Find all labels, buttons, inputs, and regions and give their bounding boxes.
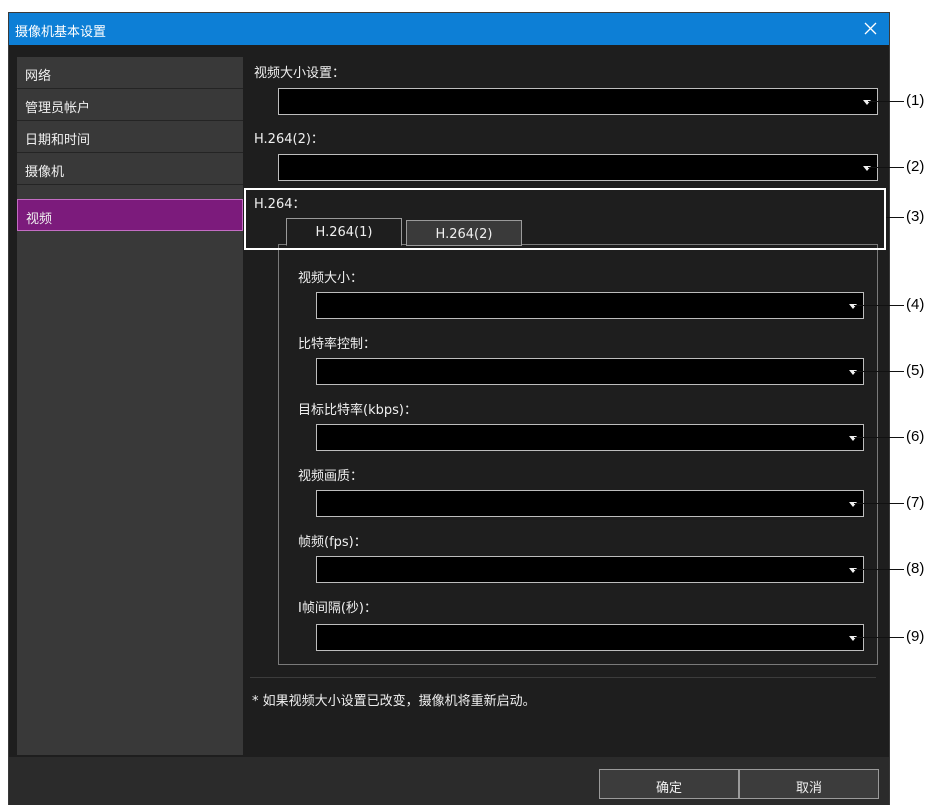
- bitrate-control-label: 比特率控制：: [298, 337, 377, 352]
- settings-sidebar: 网络 管理员帐户 日期和时间 摄像机 视频: [17, 57, 243, 755]
- frame-rate-label: 帧频(fps)：: [298, 535, 367, 550]
- callout-6: (6): [906, 428, 925, 445]
- ok-button[interactable]: 确定: [599, 769, 739, 799]
- sidebar-item-network[interactable]: 网络: [17, 57, 243, 89]
- i-frame-interval-select[interactable]: [316, 624, 864, 651]
- callout-line-1: [868, 101, 904, 102]
- callout-line-7: [854, 503, 904, 504]
- tab-h264-1[interactable]: H.264(1): [286, 218, 402, 246]
- callout-line-5: [854, 371, 904, 372]
- callout-8: (8): [906, 560, 925, 577]
- callout-5: (5): [906, 362, 925, 379]
- frame-rate-select[interactable]: [316, 556, 864, 583]
- restart-note: * 如果视频大小设置已改变，摄像机将重新启动。: [252, 694, 536, 709]
- sidebar-item-label: 摄像机: [25, 165, 65, 180]
- h264-2-setting-label: H.264(2)：: [254, 132, 324, 147]
- callout-line-2: [868, 167, 904, 168]
- callout-line-6: [854, 437, 904, 438]
- sidebar-item-label: 网络: [25, 69, 52, 84]
- window-title: 摄像机基本设置: [15, 25, 107, 40]
- callout-line-9: [854, 637, 904, 638]
- tab-h264-2[interactable]: H.264(2): [406, 220, 522, 246]
- tab-label: H.264(2): [435, 227, 493, 242]
- video-quality-select[interactable]: [316, 490, 864, 517]
- h264-section-label: H.264：: [254, 197, 306, 212]
- callout-3: (3): [906, 208, 925, 225]
- callout-1: (1): [906, 92, 925, 109]
- close-button[interactable]: [857, 16, 883, 42]
- sidebar-item-camera[interactable]: 摄像机: [17, 153, 243, 185]
- sidebar-item-admin-account[interactable]: 管理员帐户: [17, 89, 243, 121]
- callout-line-3: [886, 217, 904, 218]
- cancel-button[interactable]: 取消: [739, 769, 879, 799]
- video-size-setting-select[interactable]: [278, 88, 878, 115]
- sidebar-item-label: 管理员帐户: [25, 101, 91, 116]
- callout-7: (7): [906, 494, 925, 511]
- target-bitrate-label: 目标比特率(kbps)：: [298, 403, 417, 418]
- video-size-label: 视频大小：: [298, 271, 364, 286]
- sidebar-item-label: 视频: [26, 212, 53, 227]
- tab-label: H.264(1): [315, 225, 373, 240]
- dialog-footer: 确定 取消: [9, 757, 889, 805]
- i-frame-interval-label: I帧间隔(秒)：: [298, 601, 377, 616]
- sidebar-item-label: 日期和时间: [25, 133, 91, 148]
- close-icon: [864, 22, 876, 35]
- h264-2-setting-select[interactable]: [278, 154, 878, 181]
- callout-4: (4): [906, 296, 925, 313]
- callout-2: (2): [906, 158, 925, 175]
- ok-button-label: 确定: [655, 781, 682, 796]
- divider: [250, 677, 876, 678]
- video-quality-label: 视频画质：: [298, 469, 364, 484]
- bitrate-control-select[interactable]: [316, 358, 864, 385]
- cancel-button-label: 取消: [795, 781, 822, 796]
- video-size-setting-label: 视频大小设置：: [254, 66, 346, 81]
- video-size-select[interactable]: [316, 292, 864, 319]
- title-bar: 摄像机基本设置: [9, 13, 889, 45]
- callout-line-8: [854, 569, 904, 570]
- sidebar-item-date-time[interactable]: 日期和时间: [17, 121, 243, 153]
- target-bitrate-select[interactable]: [316, 424, 864, 451]
- callout-line-4: [854, 305, 904, 306]
- callout-9: (9): [906, 628, 925, 645]
- sidebar-item-video[interactable]: 视频: [17, 199, 243, 231]
